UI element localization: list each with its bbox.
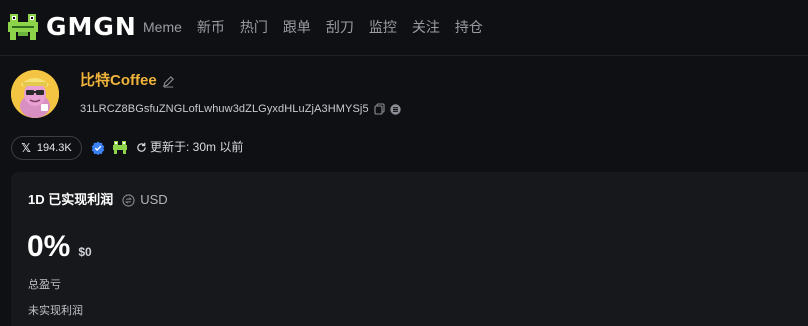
currency-toggle[interactable]: USD: [140, 192, 167, 208]
card-header: 1D 已实现利润 USD: [28, 192, 168, 208]
frog-logo-icon: [8, 14, 38, 40]
nav-item-trending[interactable]: 热门: [240, 17, 268, 37]
nav-item-meme[interactable]: Meme: [143, 17, 182, 37]
avatar: [11, 70, 59, 118]
pnl-usd: $0: [78, 245, 92, 259]
nav-item-monitor[interactable]: 监控: [369, 17, 397, 37]
card-title: 1D 已实现利润: [28, 192, 114, 207]
x-icon: 𝕏: [21, 141, 31, 155]
pnl-summary: 0% $0: [27, 229, 92, 265]
usd-swap-icon[interactable]: [122, 193, 135, 207]
refresh-status[interactable]: 更新于: 30m 以前: [136, 140, 243, 155]
brand-logo[interactable]: GMGN: [6, 11, 137, 43]
realized-profit-card: 1D 已实现利润 USD 0% $0 总盈亏 未实现利润: [11, 172, 808, 326]
unrealized-profit-label: 未实现利润: [28, 305, 83, 317]
brand-name: GMGN: [46, 12, 137, 41]
refresh-time-text: 更新于: 30m 以前: [150, 140, 244, 154]
copy-icon[interactable]: [374, 103, 385, 115]
verified-icon: [91, 141, 105, 155]
nav-item-follow[interactable]: 关注: [412, 17, 440, 37]
x-followers-button[interactable]: 𝕏 194.3K: [11, 136, 82, 160]
gmgn-mini-icon[interactable]: [112, 140, 128, 155]
main-menu: Meme 新币 热门 跟单 刮刀 监控 关注 持仓: [143, 17, 498, 37]
profile-name-text: 比特Coffee: [80, 72, 157, 89]
total-pnl-label: 总盈亏: [28, 279, 61, 291]
x-followers-count: 194.3K: [36, 142, 72, 154]
wallet-address-row: 31LRCZ8BGsfuZNGLofLwhuw3dZLGyxdHLuZjA3HM…: [80, 102, 401, 116]
coin-icon[interactable]: [389, 103, 401, 115]
top-navigation: GMGN Meme 新币 热门 跟单 刮刀 监控 关注 持仓: [0, 0, 808, 56]
avatar-image: [11, 70, 59, 118]
nav-item-sniper[interactable]: 刮刀: [326, 17, 354, 37]
nav-item-new-coins[interactable]: 新币: [197, 17, 225, 37]
profile-name: 比特Coffee: [80, 72, 175, 90]
refresh-icon: [137, 142, 146, 152]
pnl-percent: 0%: [27, 230, 71, 263]
edit-icon[interactable]: [162, 75, 175, 88]
wallet-address: 31LRCZ8BGsfuZNGLofLwhuw3dZLGyxdHLuZjA3HM…: [80, 103, 369, 115]
nav-item-holdings[interactable]: 持仓: [455, 17, 483, 37]
nav-item-copy-trade[interactable]: 跟单: [283, 17, 311, 37]
